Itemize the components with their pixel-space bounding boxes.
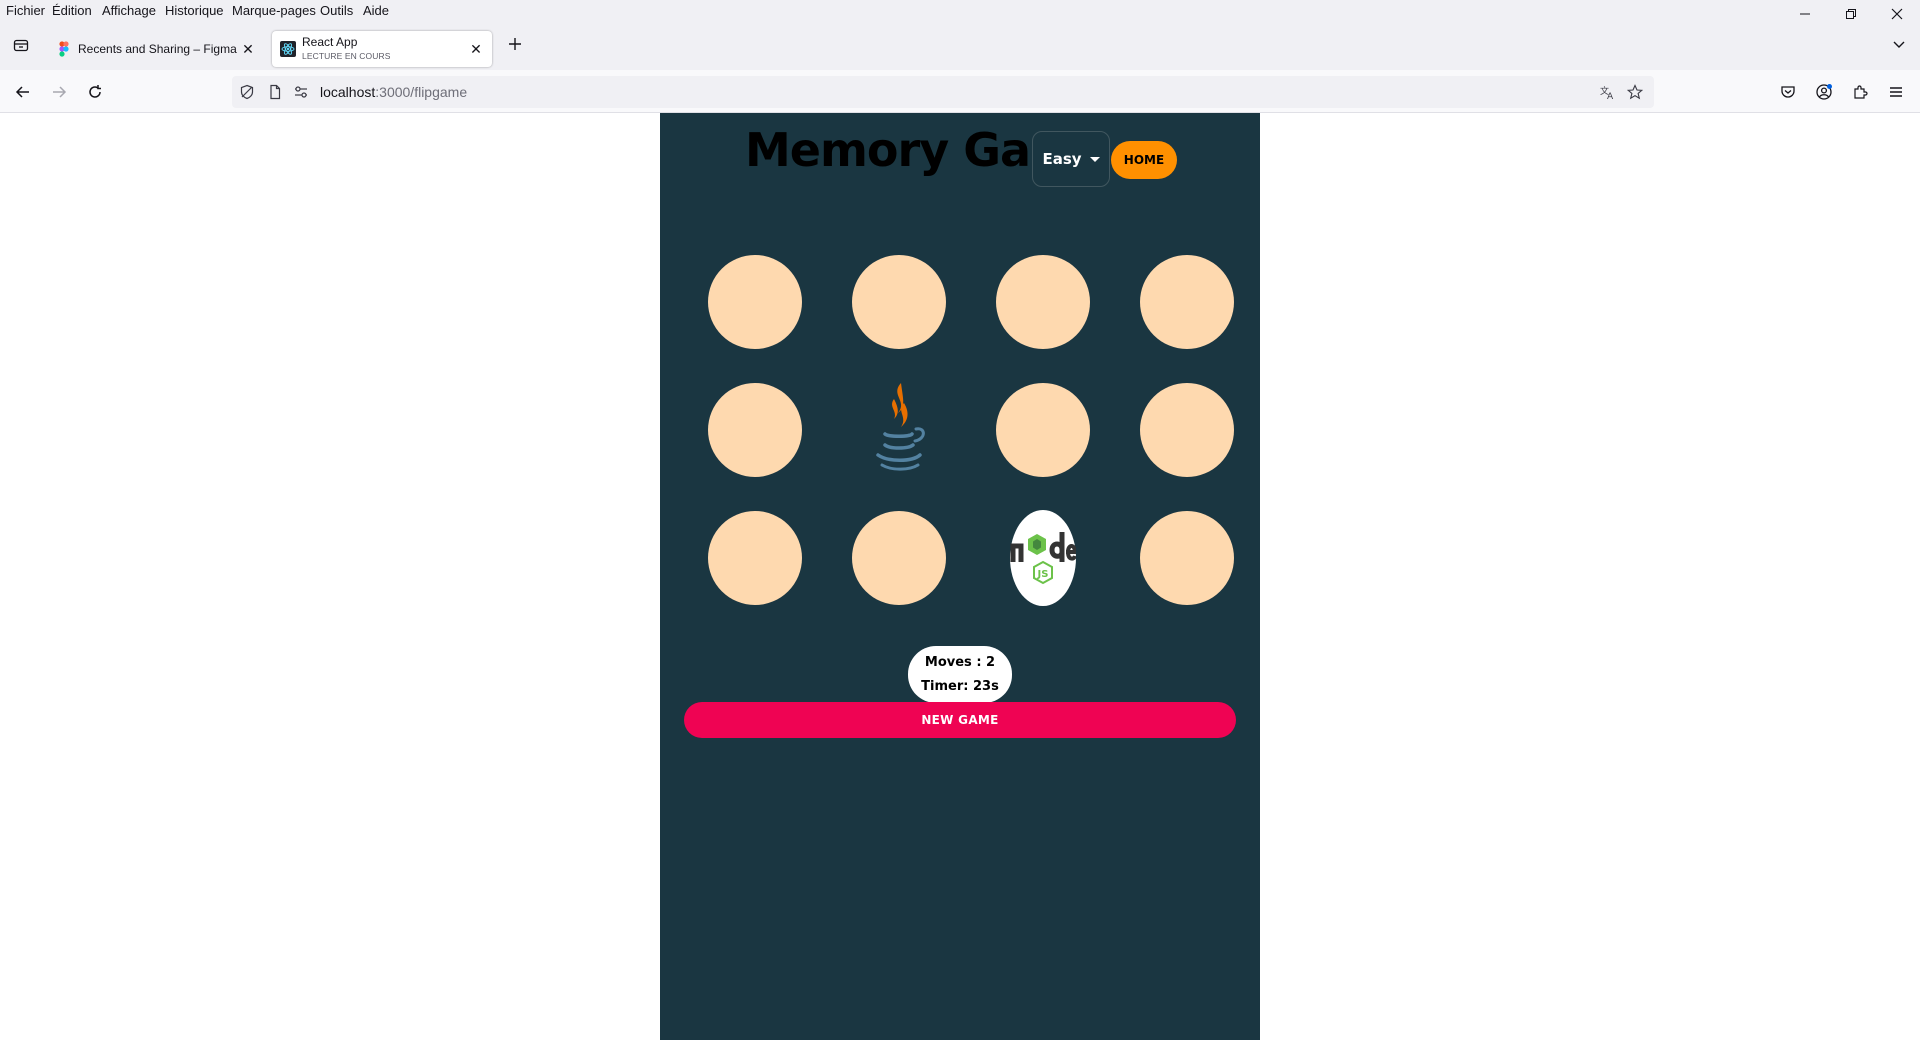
card-hidden[interactable] bbox=[708, 383, 802, 477]
tab-strip: Recents and Sharing – Figma ✕ React App … bbox=[0, 22, 1920, 70]
menu-fichier[interactable]: Fichier bbox=[6, 3, 45, 18]
page-viewport: Memory Game Easy HOME JS Moves: 2 Timer… bbox=[0, 113, 1920, 1040]
timer-display: Timer: 23s bbox=[921, 679, 999, 694]
permissions-icon[interactable] bbox=[292, 83, 310, 101]
difficulty-dropdown[interactable]: Easy bbox=[1032, 131, 1110, 187]
extensions-icon[interactable] bbox=[1847, 79, 1873, 105]
navigation-bar: localhost:3000/flipgame 文A bbox=[0, 70, 1920, 113]
chevron-down-icon bbox=[1089, 156, 1100, 162]
new-game-button[interactable]: NEW GAME bbox=[684, 702, 1236, 738]
list-tabs-icon[interactable] bbox=[1886, 31, 1912, 57]
back-icon[interactable] bbox=[10, 79, 36, 105]
moves-counter: Moves : 2 bbox=[924, 655, 996, 670]
page-info-icon[interactable] bbox=[266, 83, 284, 101]
tracking-protection-icon[interactable] bbox=[238, 83, 256, 101]
translate-icon[interactable]: 文A bbox=[1599, 83, 1617, 101]
menu-affichage[interactable]: Affichage bbox=[102, 3, 156, 18]
menu-marque-pages[interactable]: Marque-pages bbox=[232, 3, 316, 18]
new-tab-icon[interactable] bbox=[502, 31, 528, 57]
figma-icon bbox=[59, 41, 69, 57]
menu-outils[interactable]: Outils bbox=[320, 3, 353, 18]
bookmark-star-icon[interactable] bbox=[1626, 83, 1644, 101]
game-stats: Moves : 2 Timer: 23s bbox=[908, 646, 1012, 703]
url-path: :3000/flipgame bbox=[375, 84, 468, 100]
home-button[interactable]: HOME bbox=[1111, 141, 1177, 179]
close-tab-icon[interactable]: ✕ bbox=[238, 39, 258, 59]
card-hidden[interactable] bbox=[852, 511, 946, 605]
close-tab-icon[interactable]: ✕ bbox=[466, 39, 486, 59]
card-hidden[interactable] bbox=[996, 383, 1090, 477]
tab-figma[interactable]: Recents and Sharing – Figma ✕ bbox=[48, 31, 264, 67]
memory-game-app: Memory Game Easy HOME JS Moves: 2 Timer… bbox=[660, 113, 1260, 1040]
reload-icon[interactable] bbox=[82, 79, 108, 105]
tab-title: Recents and Sharing – Figma bbox=[78, 42, 237, 56]
menu-bar: Fichier Édition Affichage Historique Mar… bbox=[0, 0, 1920, 22]
menu-historique[interactable]: Historique bbox=[165, 3, 224, 18]
tab-title: React App bbox=[302, 35, 358, 49]
card-hidden[interactable] bbox=[1140, 383, 1234, 477]
card-hidden[interactable] bbox=[852, 255, 946, 349]
app-menu-icon[interactable] bbox=[1883, 79, 1909, 105]
java-icon bbox=[876, 383, 925, 471]
url-bar[interactable]: localhost:3000/flipgame 文A bbox=[232, 76, 1654, 108]
nodejs-icon: JS bbox=[1010, 532, 1076, 585]
svg-text:A: A bbox=[1607, 92, 1614, 100]
tab-manager-icon[interactable] bbox=[8, 32, 34, 58]
tab-subtitle: LECTURE EN COURS bbox=[302, 51, 391, 61]
menu-edition[interactable]: Édition bbox=[52, 3, 92, 18]
card-hidden[interactable] bbox=[708, 511, 802, 605]
card-revealed-nodejs[interactable]: JS bbox=[1010, 510, 1076, 606]
card-hidden[interactable] bbox=[996, 255, 1090, 349]
card-revealed-java[interactable] bbox=[852, 379, 946, 473]
difficulty-value: Easy bbox=[1042, 150, 1082, 168]
forward-icon[interactable] bbox=[46, 79, 72, 105]
tab-react-app[interactable]: React App LECTURE EN COURS ✕ bbox=[272, 31, 492, 67]
account-icon[interactable] bbox=[1811, 79, 1837, 105]
pocket-icon[interactable] bbox=[1775, 79, 1801, 105]
menu-aide[interactable]: Aide bbox=[363, 3, 389, 18]
card-grid: JS bbox=[708, 255, 1236, 641]
card-hidden[interactable] bbox=[708, 255, 802, 349]
card-hidden[interactable] bbox=[1140, 511, 1234, 605]
url-text[interactable]: localhost:3000/flipgame bbox=[320, 84, 467, 100]
react-icon bbox=[280, 41, 296, 57]
card-hidden[interactable] bbox=[1140, 255, 1234, 349]
svg-text:JS: JS bbox=[1037, 569, 1049, 580]
url-host: localhost bbox=[320, 84, 376, 100]
